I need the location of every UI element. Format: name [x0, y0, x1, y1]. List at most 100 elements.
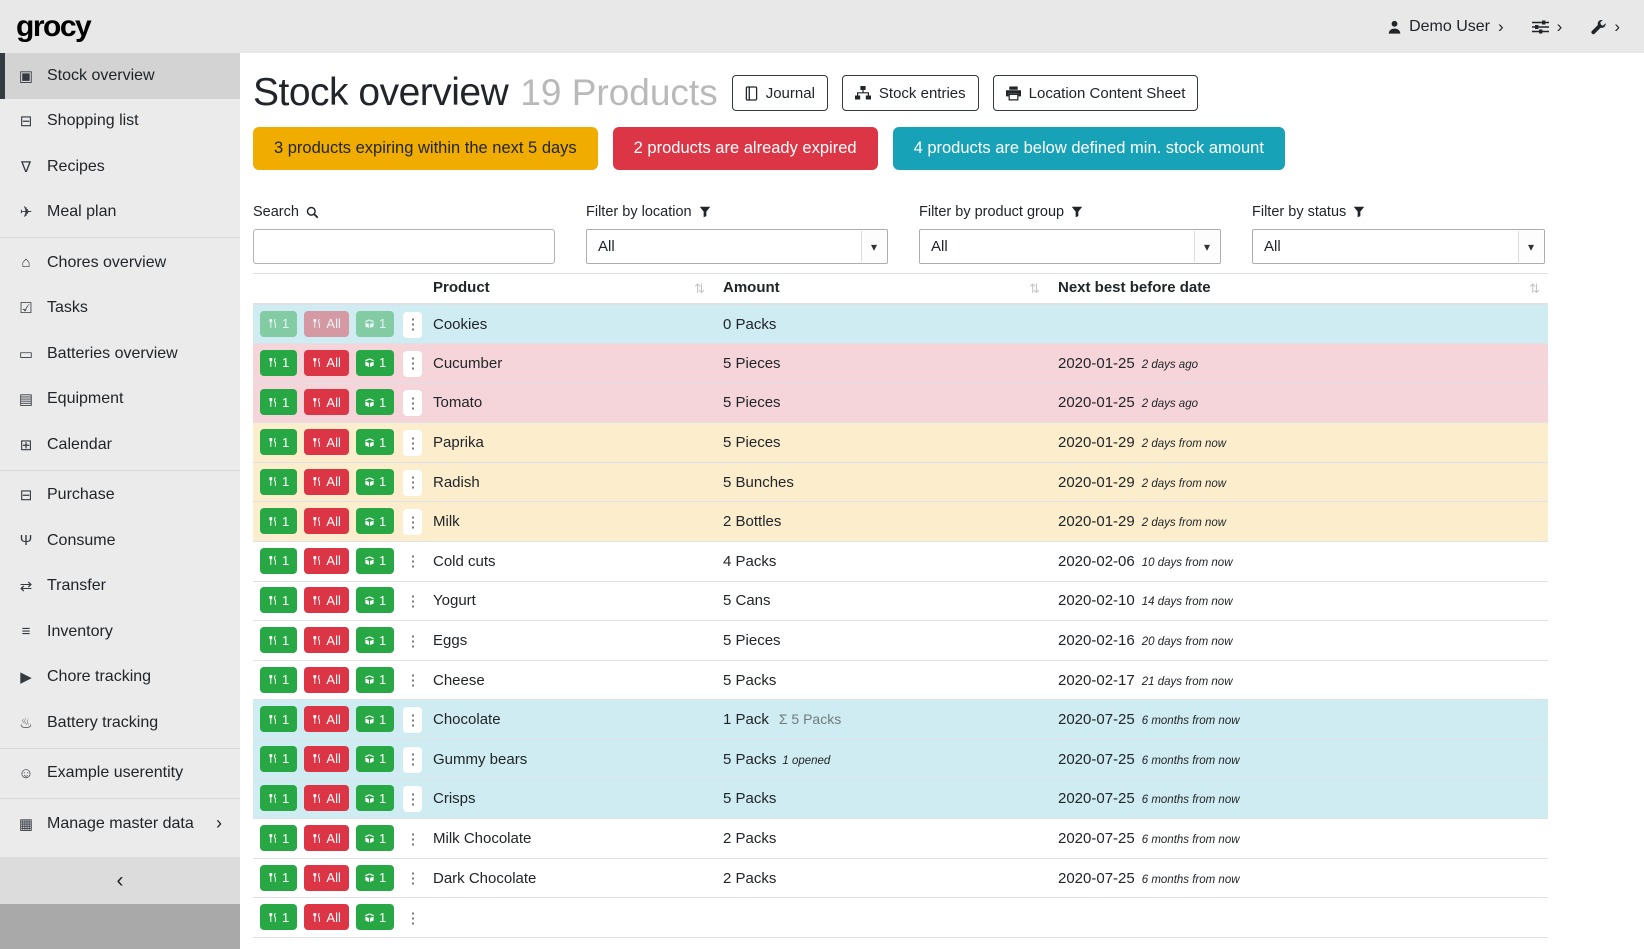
open-one-button[interactable]: 1	[356, 825, 394, 851]
row-menu-button[interactable]: ⋮	[403, 866, 422, 892]
app-logo[interactable]: grocy	[16, 10, 90, 44]
row-menu-button[interactable]: ⋮	[403, 747, 422, 773]
consume-all-button[interactable]: All	[304, 785, 348, 811]
open-one-button[interactable]: 1	[356, 429, 394, 455]
consume-all-button[interactable]: All	[304, 350, 348, 376]
open-one-button[interactable]: 1	[356, 389, 394, 415]
open-one-button[interactable]: 1	[356, 469, 394, 495]
consume-one-button[interactable]: 1	[260, 508, 297, 534]
consume-all-button[interactable]: All	[304, 548, 348, 574]
sidebar-item-recipes[interactable]: ∇ Recipes	[0, 144, 240, 190]
row-menu-button[interactable]: ⋮	[403, 905, 422, 931]
row-menu-button[interactable]: ⋮	[403, 826, 422, 852]
row-menu-button[interactable]: ⋮	[403, 390, 422, 416]
product-group-filter-select[interactable]: All	[919, 229, 1221, 264]
sidebar-item-meal-plan[interactable]: ✈ Meal plan	[0, 190, 240, 236]
consume-all-button[interactable]: All	[304, 904, 348, 930]
consume-all-button[interactable]: All	[304, 311, 348, 337]
sidebar-item-battery-tracking[interactable]: ♨ Battery tracking	[0, 700, 240, 746]
row-menu-button[interactable]: ⋮	[403, 430, 422, 456]
column-product[interactable]: Product ⇅	[423, 274, 713, 305]
consume-one-button[interactable]: 1	[260, 865, 297, 891]
row-menu-button[interactable]: ⋮	[403, 470, 422, 496]
consume-all-button[interactable]: All	[304, 389, 348, 415]
row-menu-button[interactable]: ⋮	[403, 588, 422, 614]
consume-one-button[interactable]: 1	[260, 627, 297, 653]
row-menu-button[interactable]: ⋮	[403, 312, 422, 338]
sidebar-item-consume[interactable]: Ψ Consume	[0, 518, 240, 564]
consume-all-button[interactable]: All	[304, 746, 348, 772]
open-one-button[interactable]: 1	[356, 667, 394, 693]
open-one-button[interactable]: 1	[356, 508, 394, 534]
sidebar-item-inventory[interactable]: ≡ Inventory	[0, 609, 240, 655]
row-menu-button[interactable]: ⋮	[403, 707, 422, 733]
stock-entries-button[interactable]: Stock entries	[842, 75, 979, 111]
open-one-button[interactable]: 1	[356, 311, 394, 337]
amount-value: 5 Packs	[723, 672, 776, 689]
alert-expired[interactable]: 2 products are already expired	[613, 127, 878, 170]
consume-one-button[interactable]: 1	[260, 389, 297, 415]
column-next-best-before-date[interactable]: Next best before date ⇅	[1048, 274, 1548, 305]
row-menu-button[interactable]: ⋮	[403, 786, 422, 812]
consume-one-button[interactable]: 1	[260, 429, 297, 455]
consume-one-button[interactable]: 1	[260, 548, 297, 574]
consume-one-button[interactable]: 1	[260, 746, 297, 772]
sidebar-item-manage-master-data[interactable]: ▦ Manage master data ›	[0, 801, 240, 847]
consume-one-button[interactable]: 1	[260, 587, 297, 613]
consume-one-button[interactable]: 1	[260, 311, 297, 337]
consume-all-button[interactable]: All	[304, 667, 348, 693]
sidebar-item-chore-tracking[interactable]: ▶ Chore tracking	[0, 655, 240, 701]
consume-one-button[interactable]: 1	[260, 825, 297, 851]
consume-all-button[interactable]: All	[304, 587, 348, 613]
sidebar-item-stock-overview[interactable]: ▣ Stock overview	[0, 53, 240, 99]
sidebar-item-example-userentity[interactable]: ☺ Example userentity	[0, 751, 240, 797]
settings-menu[interactable]: ›	[1532, 17, 1563, 37]
admin-menu[interactable]: ›	[1590, 17, 1620, 37]
sidebar-item-shopping-list[interactable]: ⊟ Shopping list	[0, 99, 240, 145]
location-content-sheet-button[interactable]: Location Content Sheet	[993, 75, 1199, 111]
consume-all-button[interactable]: All	[304, 429, 348, 455]
open-one-button[interactable]: 1	[356, 865, 394, 891]
open-one-button[interactable]: 1	[356, 746, 394, 772]
row-menu-button[interactable]: ⋮	[403, 351, 422, 377]
sidebar-item-tasks[interactable]: ☑ Tasks	[0, 286, 240, 332]
sidebar-item-chores-overview[interactable]: ⌂ Chores overview	[0, 240, 240, 286]
open-one-button[interactable]: 1	[356, 706, 394, 732]
row-menu-button[interactable]: ⋮	[403, 668, 422, 694]
consume-all-button[interactable]: All	[304, 865, 348, 891]
alert-expiring[interactable]: 3 products expiring within the next 5 da…	[253, 127, 598, 170]
column-amount[interactable]: Amount ⇅	[713, 274, 1048, 305]
consume-one-button[interactable]: 1	[260, 706, 297, 732]
status-filter-select[interactable]: All	[1252, 229, 1545, 264]
sidebar-item-transfer[interactable]: ⇄ Transfer	[0, 564, 240, 610]
alert-below-min-stock[interactable]: 4 products are below defined min. stock …	[893, 127, 1285, 170]
open-one-button[interactable]: 1	[356, 785, 394, 811]
consume-all-button[interactable]: All	[304, 508, 348, 534]
open-one-button[interactable]: 1	[356, 904, 394, 930]
consume-one-button[interactable]: 1	[260, 469, 297, 495]
consume-all-button[interactable]: All	[304, 825, 348, 851]
open-one-button[interactable]: 1	[356, 350, 394, 376]
sidebar-collapse-button[interactable]: ‹	[0, 857, 240, 904]
row-menu-button[interactable]: ⋮	[403, 628, 422, 654]
consume-all-button[interactable]: All	[304, 706, 348, 732]
consume-all-button[interactable]: All	[304, 627, 348, 653]
consume-all-button[interactable]: All	[304, 469, 348, 495]
row-menu-button[interactable]: ⋮	[403, 549, 422, 575]
search-input[interactable]	[253, 229, 555, 264]
sidebar-item-batteries-overview[interactable]: ▭ Batteries overview	[0, 331, 240, 377]
sidebar-item-purchase[interactable]: ⊟ Purchase	[0, 473, 240, 519]
consume-one-button[interactable]: 1	[260, 785, 297, 811]
journal-button[interactable]: Journal	[732, 75, 828, 111]
open-one-button[interactable]: 1	[356, 548, 394, 574]
location-filter-select[interactable]: All	[586, 229, 888, 264]
sidebar-item-calendar[interactable]: ⊞ Calendar	[0, 422, 240, 468]
consume-one-button[interactable]: 1	[260, 667, 297, 693]
consume-one-button[interactable]: 1	[260, 350, 297, 376]
row-menu-button[interactable]: ⋮	[403, 509, 422, 535]
consume-one-button[interactable]: 1	[260, 904, 297, 930]
open-one-button[interactable]: 1	[356, 587, 394, 613]
user-menu[interactable]: Demo User ›	[1387, 17, 1504, 37]
sidebar-item-equipment[interactable]: ▤ Equipment	[0, 377, 240, 423]
open-one-button[interactable]: 1	[356, 627, 394, 653]
